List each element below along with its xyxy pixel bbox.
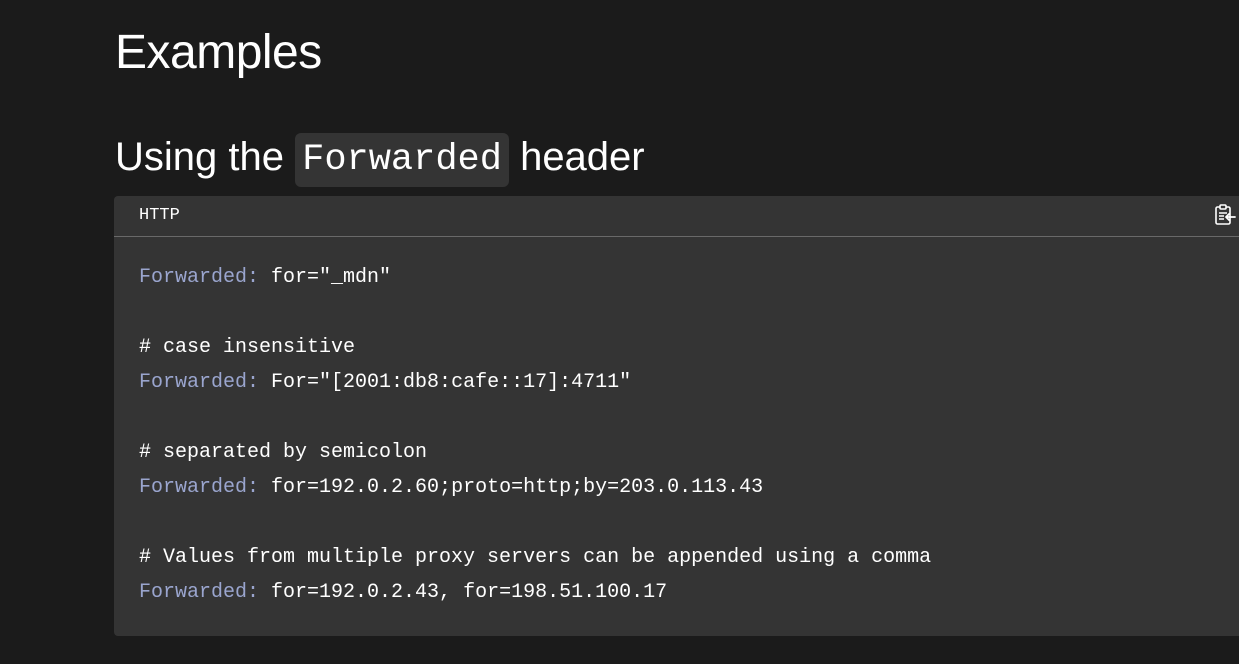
code-comment: # separated by semicolon (139, 441, 428, 464)
header-field-name: Forwarded: (139, 266, 260, 289)
code-language-label: HTTP (139, 206, 180, 225)
code-example-block: HTTP Forwarded: for="_mdn" # case insensi… (114, 196, 1239, 636)
subsection-heading: Using the Forwarded header (115, 128, 645, 187)
header-field-name: Forwarded: (139, 581, 260, 604)
header-field-value: For="[2001:db8:cafe::17]:4711" (259, 371, 632, 394)
subsection-heading-text-before: Using the (115, 135, 296, 179)
header-field-value: for="_mdn" (259, 266, 392, 289)
header-field-value: for=192.0.2.43, for=198.51.100.17 (259, 581, 668, 604)
code-example-header: HTTP (114, 196, 1239, 237)
code-comment-line: # separated by semicolon (139, 435, 931, 470)
code-comment: # Values from multiple proxy servers can… (139, 546, 932, 569)
code-line: Forwarded: for="_mdn" (139, 260, 931, 295)
page: Examples Using the Forwarded header HTTP… (0, 0, 1239, 664)
subsection-heading-text-after: header (508, 135, 645, 179)
code-content: Forwarded: for="_mdn" # case insensitive F… (139, 260, 931, 610)
code-comment-line: # Values from multiple proxy servers can… (139, 540, 931, 575)
code-comment: # case insensitive (139, 336, 356, 359)
section-heading-examples: Examples (115, 26, 322, 79)
header-field-name: Forwarded: (139, 476, 260, 499)
code-line: Forwarded: For="[2001:db8:cafe::17]:4711… (139, 365, 931, 400)
code-line: Forwarded: for=192.0.2.60;proto=http;by=… (139, 470, 931, 505)
code-comment-line: # case insensitive (139, 330, 931, 365)
header-field-name: Forwarded: (139, 371, 260, 394)
inline-code-forwarded: Forwarded (295, 133, 509, 187)
copy-button[interactable] (1213, 203, 1237, 227)
header-field-value: for=192.0.2.60;proto=http;by=203.0.113.4… (259, 476, 764, 499)
clipboard-copy-icon (1215, 204, 1236, 225)
code-line: Forwarded: for=192.0.2.43, for=198.51.10… (139, 575, 931, 610)
